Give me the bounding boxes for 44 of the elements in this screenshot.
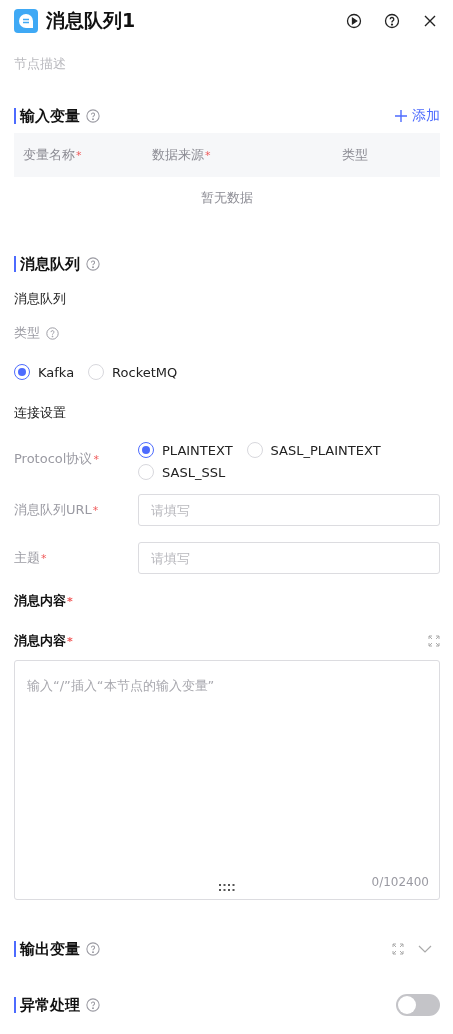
radio-option[interactable]: SASL_PLAINTEXT [246, 442, 381, 458]
subsection-title: 消息队列 [14, 290, 67, 308]
required-mark: * [205, 149, 211, 162]
field-label: 主题 [14, 549, 40, 567]
node-title: 消息队列1 [46, 8, 137, 33]
column-header: 类型 [342, 146, 369, 164]
help-icon[interactable] [382, 11, 402, 31]
radio-option[interactable]: RocketMQ [88, 364, 178, 380]
toggle-switch[interactable] [396, 994, 440, 1016]
field-label: 消息内容 [14, 593, 66, 608]
radio-option[interactable]: Kafka [14, 364, 75, 380]
field-label: 消息内容 [14, 633, 66, 648]
expand-icon[interactable] [392, 943, 404, 955]
text-field[interactable]: 请填写 [138, 494, 440, 526]
play-icon[interactable] [344, 11, 364, 31]
field-label: Protocol协议 [14, 450, 93, 468]
section-title: 输出变量 [14, 941, 80, 957]
expand-icon[interactable] [428, 635, 440, 647]
add-button[interactable]: 添加 [394, 107, 440, 125]
plus-icon [394, 109, 408, 123]
section-title: 异常处理 [14, 997, 80, 1013]
radio-button[interactable] [14, 364, 30, 380]
section-title: 输入变量 [14, 108, 80, 124]
column-header: 数据来源* [152, 146, 212, 164]
subsection-title: 连接设置 [14, 404, 67, 422]
required-mark: * [76, 149, 82, 162]
text-field[interactable]: 请填写 [138, 542, 440, 574]
required-mark: * [93, 452, 99, 466]
section-title: 消息队列 [14, 256, 80, 272]
character-counter: 0/102400 [371, 875, 429, 889]
required-mark: * [41, 551, 47, 565]
radio-option[interactable]: PLAINTEXT [138, 442, 233, 458]
required-mark: * [92, 503, 99, 517]
radio-button[interactable] [138, 442, 154, 458]
empty-state-text: 暂无数据 [200, 189, 254, 207]
chat-bubble-icon [14, 9, 38, 33]
required-mark: * [67, 635, 73, 648]
field-label: 类型 [14, 324, 40, 342]
field-label: 消息队列URL [14, 501, 92, 519]
resize-handle-icon[interactable] [219, 884, 235, 891]
required-mark: * [67, 595, 73, 608]
chevron-down-icon[interactable] [418, 945, 432, 953]
column-header: 变量名称* [23, 146, 83, 164]
radio-option[interactable]: SASL_SSL [138, 464, 226, 480]
